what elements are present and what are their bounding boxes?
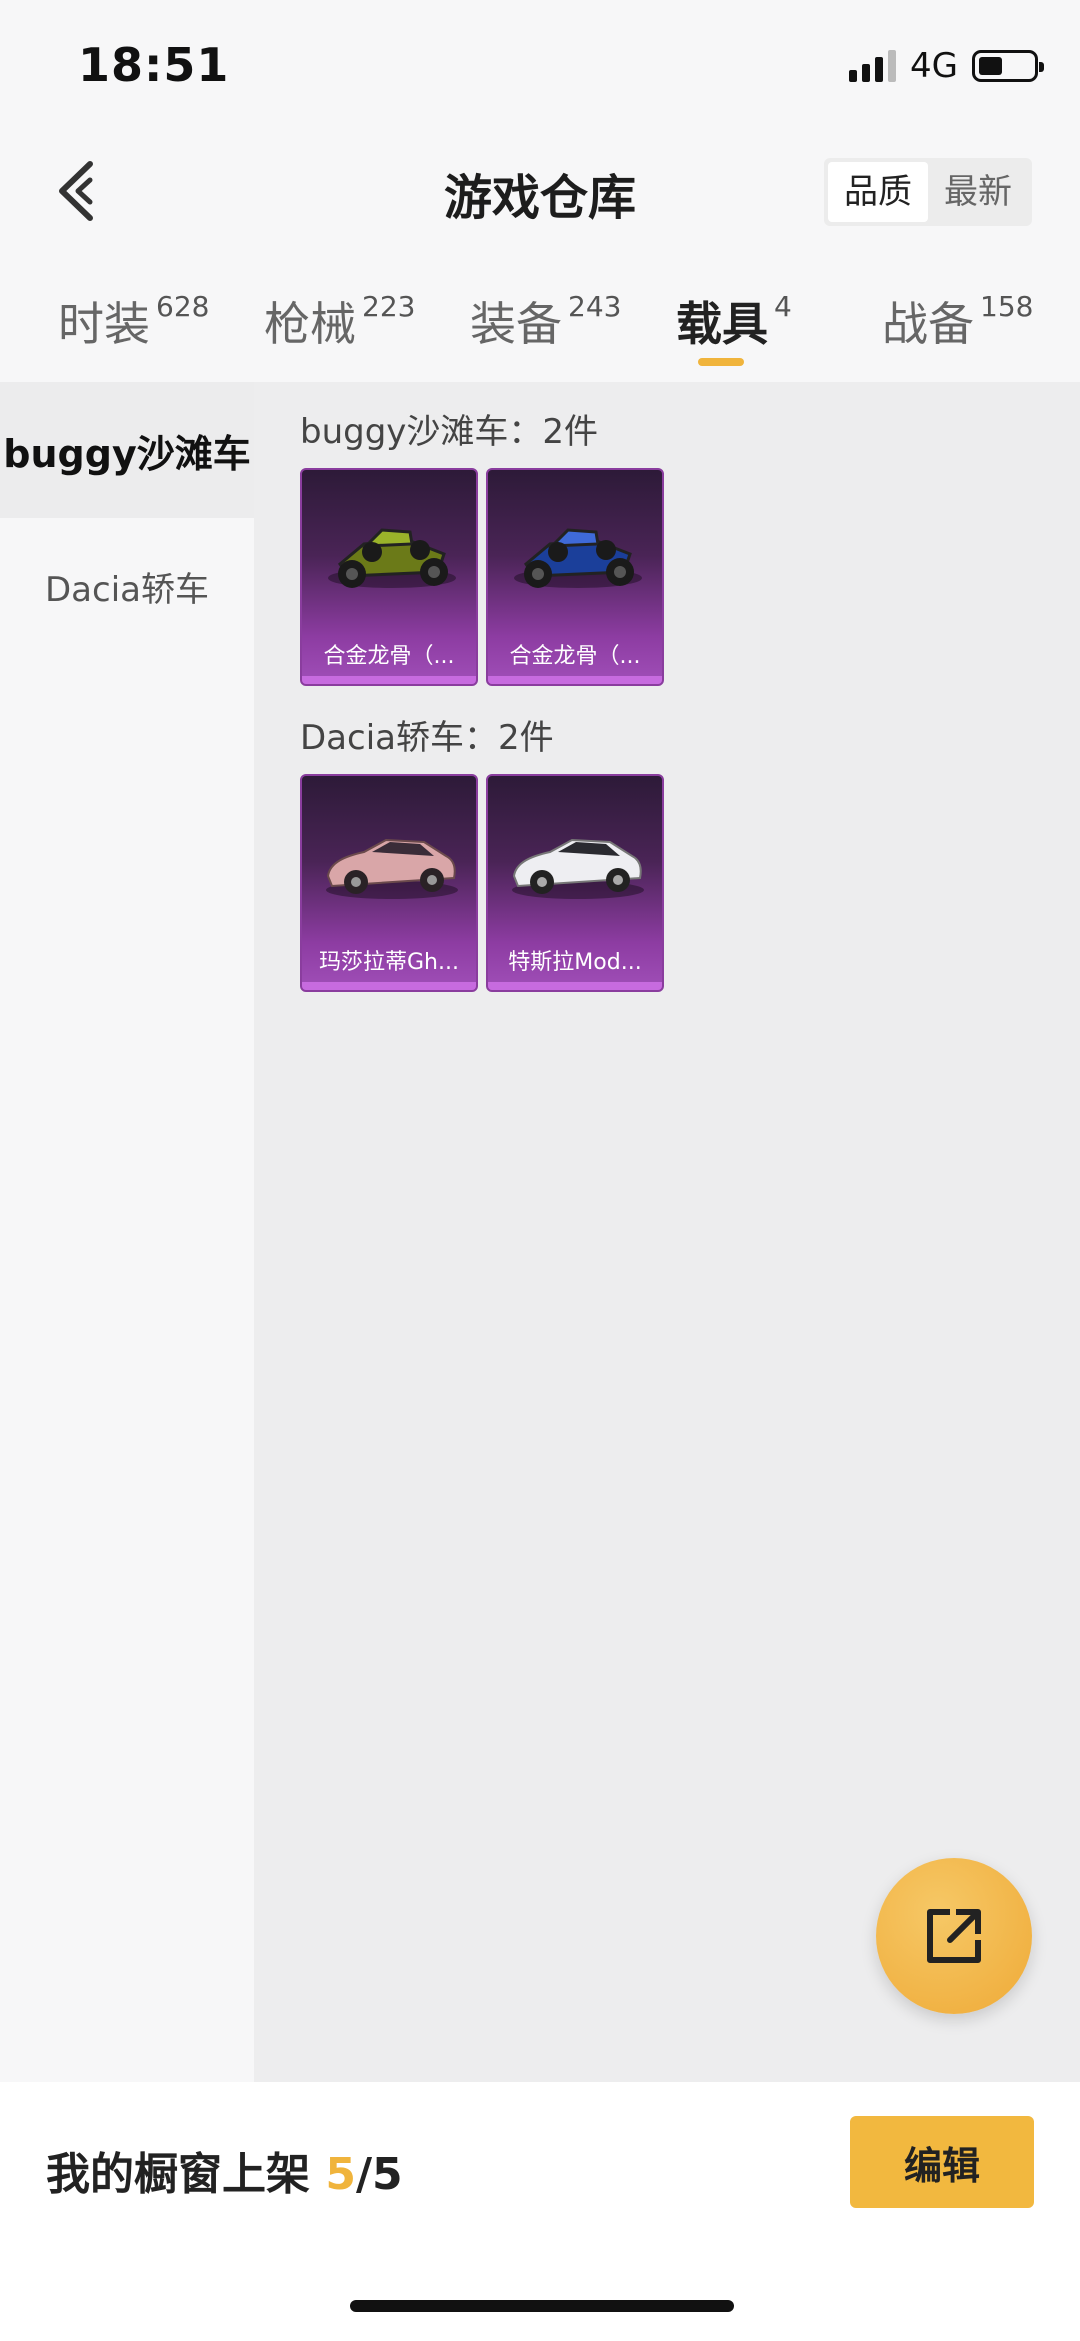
edit-button[interactable]: 编辑 bbox=[850, 2116, 1034, 2208]
sidebar-item-dacia[interactable]: Dacia轿车 bbox=[0, 518, 254, 654]
share-button[interactable] bbox=[876, 1858, 1032, 2014]
item-card[interactable]: 合金龙骨（... bbox=[300, 468, 478, 686]
rarity-bar bbox=[488, 676, 662, 684]
signal-icon bbox=[849, 50, 897, 82]
tab-vehicles[interactable]: 载具 4 bbox=[676, 288, 792, 354]
share-external-icon bbox=[927, 1909, 981, 1963]
sort-newest-button[interactable]: 最新 bbox=[928, 162, 1028, 222]
tesla-white-image bbox=[512, 838, 644, 899]
sort-toggle: 品质 最新 bbox=[824, 158, 1032, 226]
sort-quality-button[interactable]: 品质 bbox=[828, 162, 928, 222]
home-indicator[interactable] bbox=[350, 2300, 734, 2312]
showcase-count: 5 bbox=[325, 2149, 356, 2200]
tab-equipment[interactable]: 装备 243 bbox=[470, 288, 621, 354]
battery-icon bbox=[972, 50, 1044, 82]
showcase-status: 我的橱窗上架 5/5 bbox=[46, 2138, 403, 2202]
group-title-dacia: Dacia轿车：2件 bbox=[300, 718, 554, 758]
tab-label: 载具 bbox=[676, 297, 768, 351]
buggy-blue-image bbox=[514, 528, 642, 588]
tab-count: 243 bbox=[568, 290, 622, 323]
tab-fashion[interactable]: 时装 628 bbox=[58, 288, 209, 354]
status-icons: 4G bbox=[849, 46, 1044, 86]
nav-bar: 游戏仓库 品质 最新 bbox=[0, 130, 1080, 250]
network-label: 4G bbox=[910, 46, 958, 86]
item-name: 特斯拉Mod... bbox=[508, 950, 642, 975]
category-tabs: 时装 628 枪械 223 装备 243 载具 4 战备 158 bbox=[0, 270, 1080, 382]
group-title-buggy: buggy沙滩车：2件 bbox=[300, 412, 599, 452]
tab-guns[interactable]: 枪械 223 bbox=[264, 288, 415, 354]
showcase-label: 我的橱窗上架 bbox=[46, 2149, 310, 2200]
item-name: 合金龙骨（... bbox=[323, 644, 455, 669]
tab-label: 战备 bbox=[882, 297, 974, 351]
tab-count: 223 bbox=[362, 290, 416, 323]
status-time: 18:51 bbox=[78, 38, 230, 92]
rarity-bar bbox=[302, 676, 476, 684]
tab-battle-gear[interactable]: 战备 158 bbox=[882, 288, 1033, 354]
tab-count: 158 bbox=[980, 290, 1034, 323]
tab-label: 枪械 bbox=[264, 297, 356, 351]
item-card[interactable]: 特斯拉Mod... bbox=[486, 774, 664, 992]
tab-label: 时装 bbox=[58, 297, 150, 351]
item-card[interactable]: 合金龙骨（... bbox=[486, 468, 664, 686]
item-card[interactable]: 玛莎拉蒂Gh... bbox=[300, 774, 478, 992]
maserati-pink-image bbox=[326, 838, 458, 899]
showcase-total: /5 bbox=[355, 2149, 403, 2200]
status-bar: 18:51 4G bbox=[0, 0, 1080, 130]
category-sidebar: buggy沙滩车 Dacia轿车 bbox=[0, 382, 254, 2082]
item-name: 玛莎拉蒂Gh... bbox=[319, 950, 459, 975]
item-name: 合金龙骨（... bbox=[509, 644, 641, 669]
tab-count: 4 bbox=[774, 290, 792, 323]
active-tab-indicator bbox=[698, 358, 744, 366]
rarity-bar bbox=[302, 982, 476, 990]
tab-count: 628 bbox=[156, 290, 210, 323]
inventory-grid: buggy沙滩车：2件 合金龙骨（... 合金龙骨（... Dacia轿车：2件 bbox=[254, 382, 1080, 2082]
buggy-green-image bbox=[328, 528, 456, 588]
tab-label: 装备 bbox=[470, 297, 562, 351]
rarity-bar bbox=[488, 982, 662, 990]
sidebar-item-buggy[interactable]: buggy沙滩车 bbox=[0, 382, 254, 518]
